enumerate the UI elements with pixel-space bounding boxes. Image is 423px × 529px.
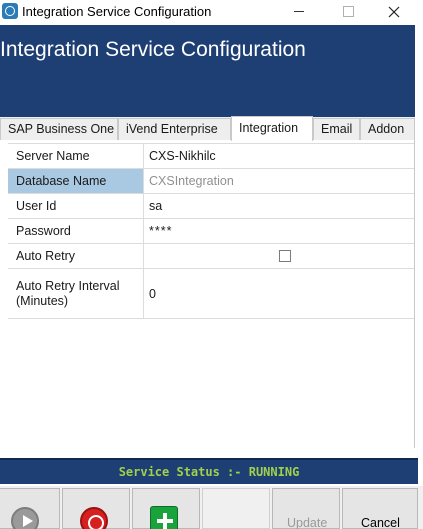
- property-label: Auto Retry: [8, 244, 144, 268]
- tab-ivend-enterprise[interactable]: iVend Enterprise: [118, 118, 231, 140]
- tab-sap-business-one[interactable]: SAP Business One: [0, 118, 118, 140]
- tab-email[interactable]: Email: [313, 118, 360, 140]
- server-name-field[interactable]: CXS-Nikhilc: [149, 144, 414, 168]
- tab-integration[interactable]: Integration: [231, 116, 313, 141]
- property-row-server-name[interactable]: Server Name CXS-Nikhilc: [8, 144, 414, 169]
- app-icon: [2, 3, 18, 19]
- stop-icon: [80, 507, 108, 529]
- close-button[interactable]: [371, 0, 417, 25]
- property-label: Auto Retry Interval (Minutes): [8, 269, 144, 318]
- password-field[interactable]: ****: [149, 219, 414, 243]
- integration-panel: Server Name CXS-Nikhilc Database Name CX…: [0, 140, 415, 448]
- window-title: Integration Service Configuration: [22, 4, 212, 19]
- property-label: Database Name: [8, 169, 144, 193]
- auto-retry-value: [149, 244, 414, 268]
- service-status: Service Status :- RUNNING: [118, 465, 300, 479]
- tab-addon[interactable]: Addon: [360, 118, 415, 140]
- auto-retry-interval-field[interactable]: 0: [149, 269, 414, 318]
- auto-retry-checkbox[interactable]: [279, 250, 291, 262]
- close-icon: [388, 6, 400, 18]
- tab-strip: SAP Business One iVend Enterprise Integr…: [0, 116, 415, 141]
- property-row-auto-retry-interval[interactable]: Auto Retry Interval (Minutes) 0: [8, 269, 414, 319]
- minimize-button[interactable]: [276, 0, 322, 25]
- page-title: Integration Service Configuration: [0, 38, 306, 61]
- user-id-field[interactable]: sa: [149, 194, 414, 218]
- property-label: User Id: [8, 194, 144, 218]
- status-bar: Service Status :- RUNNING: [0, 458, 418, 484]
- property-grid: Server Name CXS-Nikhilc Database Name CX…: [8, 143, 414, 319]
- toolbar-spacer: [202, 488, 270, 529]
- header-banner: Integration Service Configuration: [0, 25, 423, 117]
- property-label: Server Name: [8, 144, 144, 168]
- maximize-button[interactable]: [326, 0, 372, 25]
- play-icon: [11, 507, 39, 529]
- property-row-database-name[interactable]: Database Name CXSIntegration: [8, 169, 414, 194]
- database-name-field[interactable]: CXSIntegration: [149, 169, 414, 193]
- property-row-password[interactable]: Password ****: [8, 219, 414, 244]
- update-button-label: Update: [287, 516, 328, 529]
- title-bar: Integration Service Configuration: [0, 0, 423, 25]
- plus-icon: [150, 506, 178, 529]
- property-label: Password: [8, 219, 144, 243]
- cancel-button-label: Cancel: [361, 516, 400, 529]
- bottom-toolbar: Update Cancel: [0, 486, 423, 529]
- property-row-auto-retry[interactable]: Auto Retry: [8, 244, 414, 269]
- property-row-user-id[interactable]: User Id sa: [8, 194, 414, 219]
